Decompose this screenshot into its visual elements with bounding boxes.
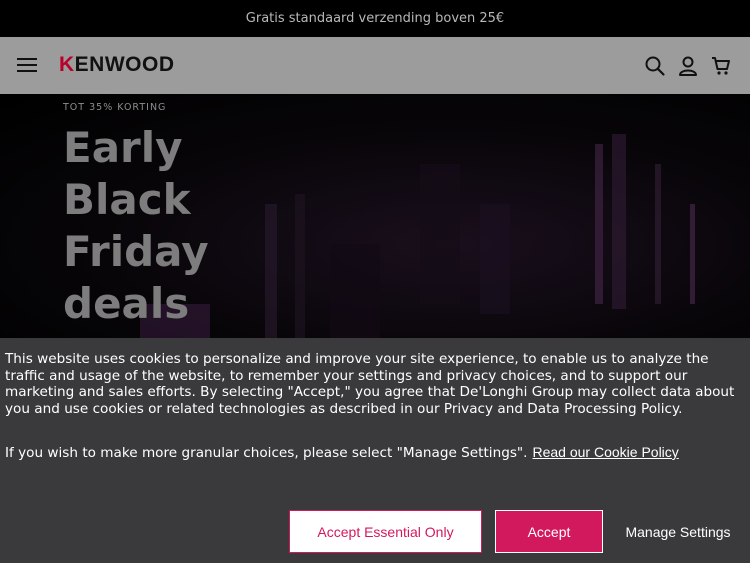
cookie-granular-text: If you wish to make more granular choice… [5, 445, 528, 461]
cart-icon[interactable] [710, 55, 732, 77]
site-header: KENWOOD [0, 37, 750, 94]
hero-eyebrow: TOT 35% KORTING [63, 102, 167, 113]
hero-title: Early Black Friday deals [63, 123, 209, 328]
manage-settings-button[interactable]: Manage Settings [617, 510, 739, 553]
accept-button[interactable]: Accept [495, 510, 603, 553]
search-icon[interactable] [644, 55, 666, 77]
hero-banner[interactable]: TOT 35% KORTING Early Black Friday deals [0, 94, 750, 344]
promo-text: Gratis standaard verzending boven 25€ [245, 11, 505, 26]
cookie-granular-note: If you wish to make more granular choice… [5, 444, 750, 462]
cookie-policy-link[interactable]: Read our Cookie Policy [533, 444, 679, 460]
accept-essential-button[interactable]: Accept Essential Only [289, 510, 482, 553]
kenwood-logo[interactable]: KENWOOD [59, 53, 175, 77]
cookie-consent-banner: This website uses cookies to personalize… [0, 338, 750, 563]
cookie-description: This website uses cookies to personalize… [5, 351, 735, 417]
promo-bar: Gratis standaard verzending boven 25€ [0, 0, 750, 37]
user-icon[interactable] [677, 55, 699, 77]
menu-icon[interactable] [17, 56, 39, 74]
